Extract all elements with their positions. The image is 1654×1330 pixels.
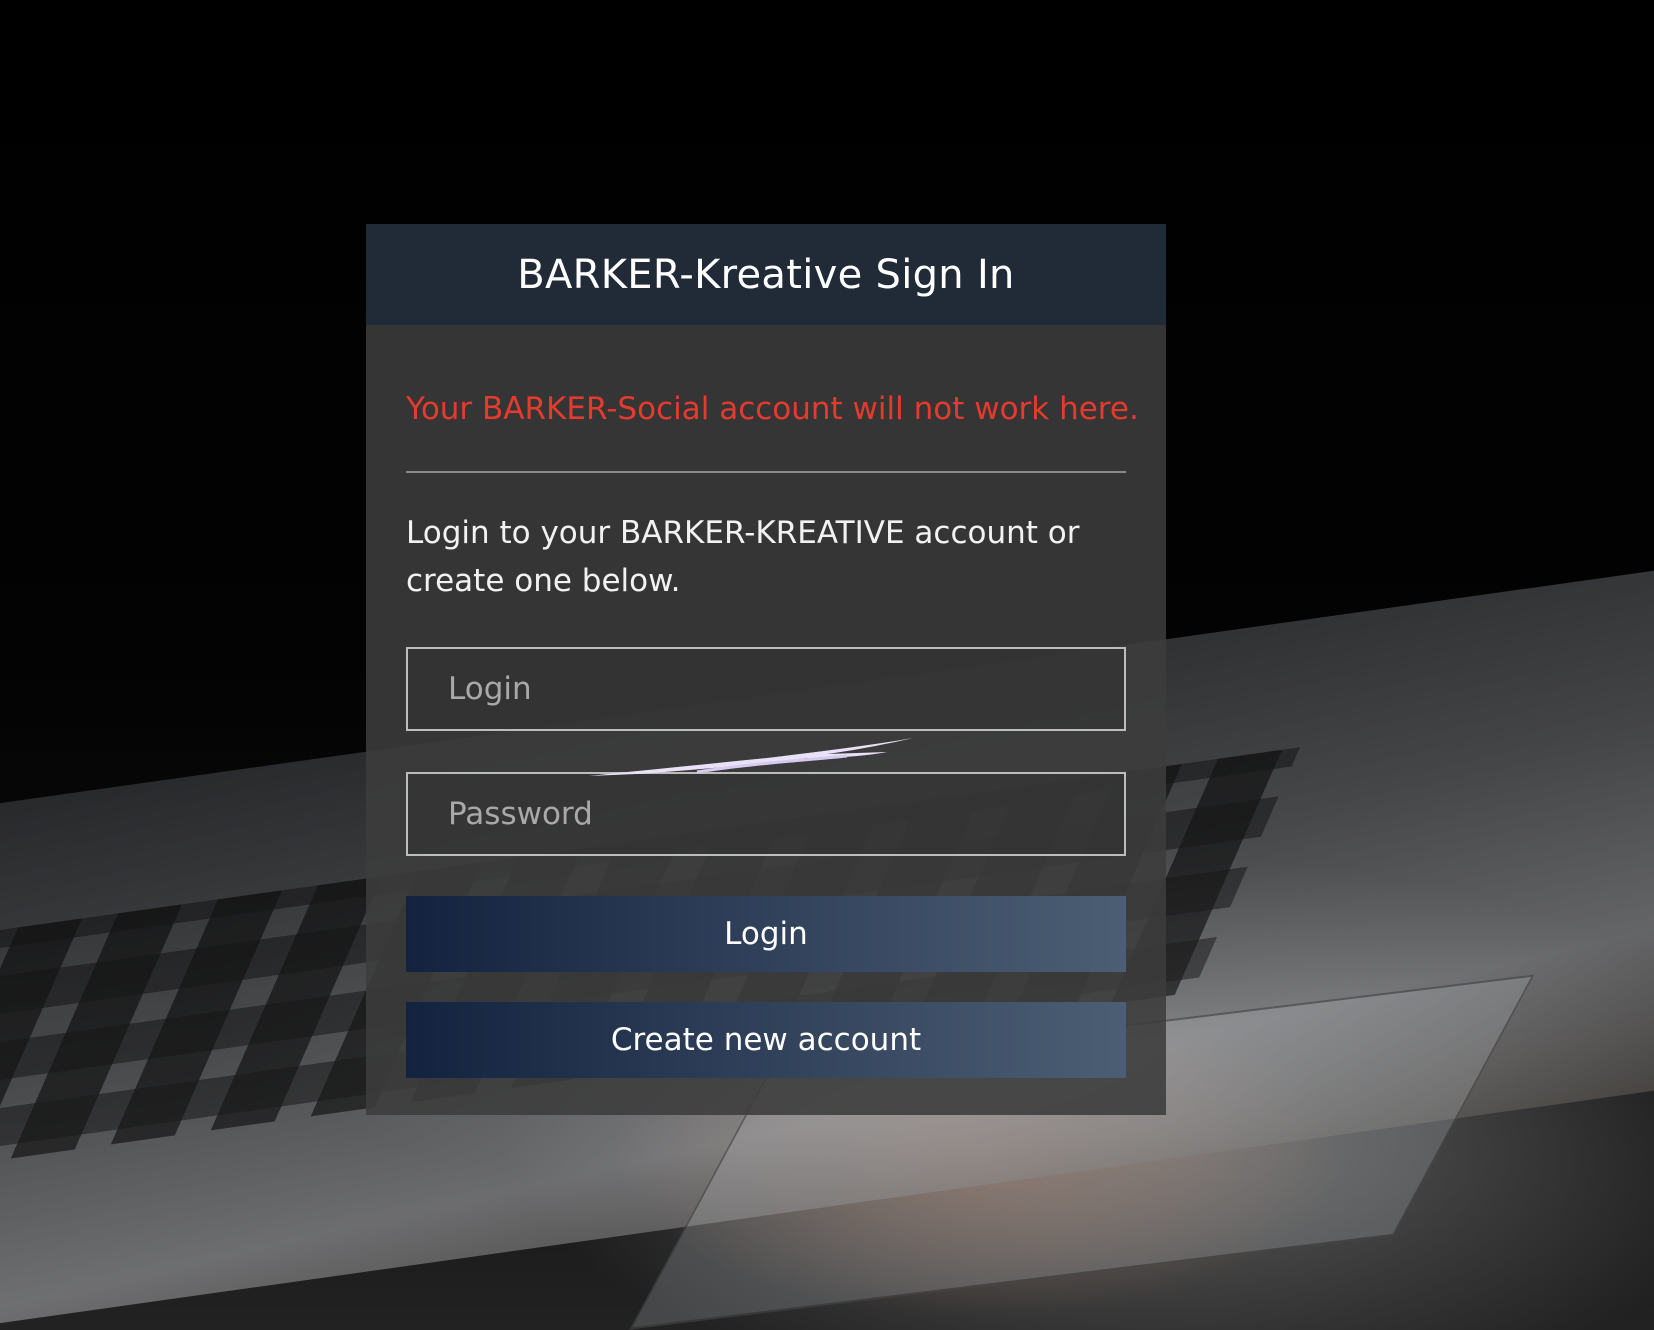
create-account-button[interactable]: Create new account [406, 1002, 1126, 1078]
login-field [406, 647, 1126, 731]
card-body: Your BARKER-Social account will not work… [366, 389, 1166, 1078]
login-input[interactable] [408, 649, 1124, 729]
password-input[interactable] [408, 774, 1124, 854]
sign-in-card: BARKER-Kreative Sign In Your BARKER-Soci… [366, 224, 1166, 1115]
intro-text: Login to your BARKER-KREATIVE account or… [406, 515, 1080, 599]
card-header: BARKER-Kreative Sign In [366, 224, 1166, 325]
login-button[interactable]: Login [406, 896, 1126, 972]
password-field [406, 772, 1126, 856]
page-title: BARKER-Kreative Sign In [517, 251, 1015, 298]
account-warning: Your BARKER-Social account will not work… [406, 391, 1139, 427]
divider [406, 471, 1126, 473]
